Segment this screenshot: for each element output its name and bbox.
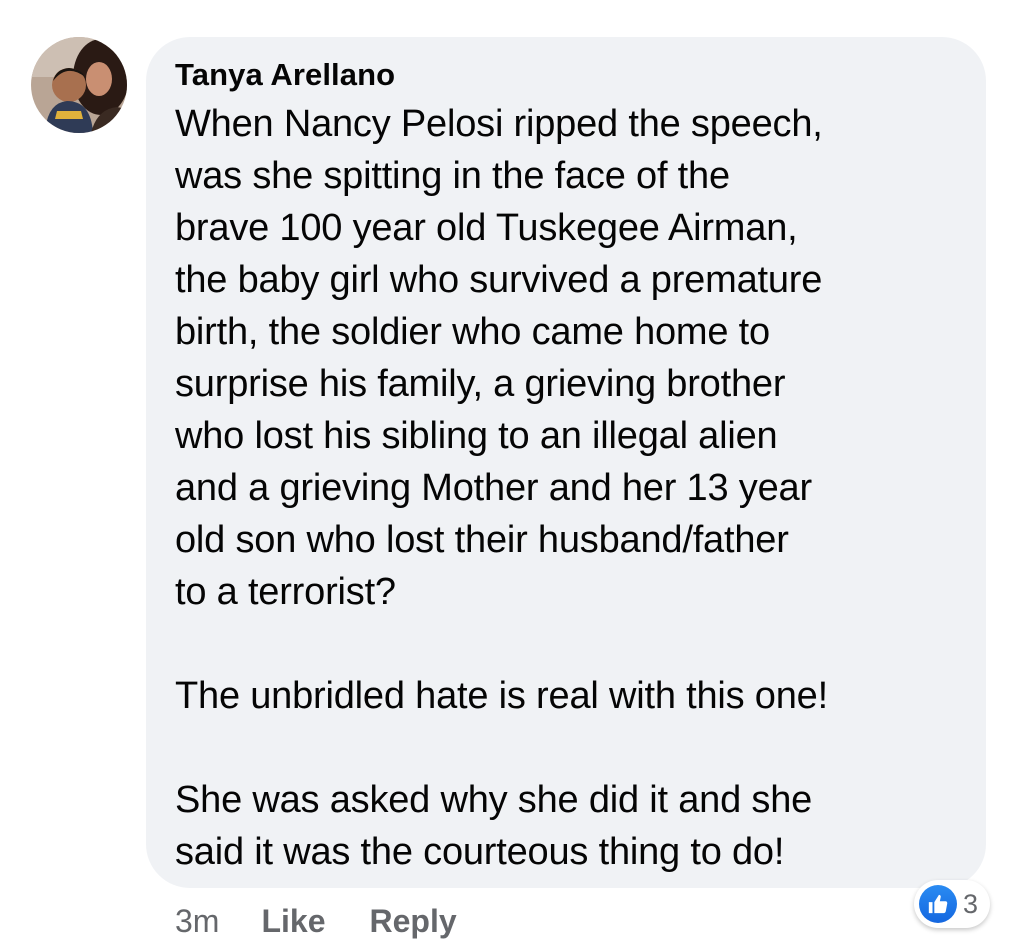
comment-screen: Tanya Arellano When Nancy Pelosi ripped … — [0, 0, 1024, 948]
comment-author[interactable]: Tanya Arellano — [175, 56, 966, 94]
reply-button[interactable]: Reply — [369, 903, 456, 940]
profile-photo-icon — [31, 37, 127, 133]
reaction-summary[interactable]: 3 — [914, 880, 990, 928]
comment-timestamp[interactable]: 3m — [175, 903, 219, 940]
avatar[interactable] — [31, 37, 127, 133]
comment-paragraph-3: She was asked why she did it and she sai… — [175, 779, 813, 873]
like-button[interactable]: Like — [261, 903, 325, 940]
like-icon — [919, 885, 957, 923]
comment-actions: 3m Like Reply — [175, 898, 501, 944]
comment-text: When Nancy Pelosi ripped the speech, was… — [175, 98, 966, 878]
comment-paragraph-1: When Nancy Pelosi ripped the speech, was… — [175, 103, 823, 613]
comment-paragraph-2: The unbridled hate is real with this one… — [175, 675, 828, 717]
comment-bubble: Tanya Arellano When Nancy Pelosi ripped … — [146, 37, 986, 888]
reaction-count: 3 — [963, 888, 979, 919]
